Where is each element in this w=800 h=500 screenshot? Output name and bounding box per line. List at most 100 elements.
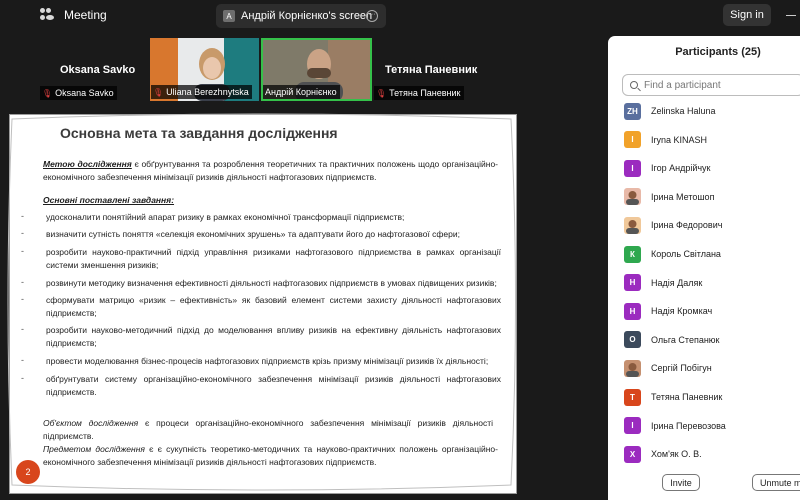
participant-row[interactable]: Х Хом'як О. В. (624, 445, 702, 463)
participant-row[interactable]: I Iryna KINASH (624, 131, 707, 149)
participants-title: Participants (25) (675, 46, 761, 58)
share-tab-label: Андрій Корнієнко's screen (241, 10, 373, 22)
object-paragraph: Об'єктом дослідження є процеси організац… (43, 417, 493, 443)
participant-name: Ірина Метошоп (651, 191, 715, 202)
muted-mic-icon: 🎙 (376, 88, 387, 98)
invite-button[interactable]: Invite (662, 474, 700, 491)
participant-name: Хом'як О. В. (651, 449, 702, 460)
avatar-photo-icon (626, 219, 639, 234)
participant-initials-avatar: Н (624, 302, 641, 320)
subject-label: Предметом дослідження (43, 444, 145, 454)
participant-initials-avatar: Т (624, 388, 641, 406)
participant-name: Zelinska Haluna (651, 106, 716, 116)
task-item: визначити сутність поняття «селекція еко… (46, 229, 460, 239)
participant-name: Король Світлана (651, 249, 721, 259)
participant-name: Сергій Побігун (651, 363, 712, 374)
participant-row[interactable]: Н Надія Кромкач (624, 302, 712, 320)
participant-photo-avatar (624, 359, 641, 377)
bullet-marker: - (21, 324, 24, 334)
participant-name-tag-active: Андрій Корнієнко (263, 85, 340, 99)
avatar-photo-icon (626, 362, 639, 377)
slide-page-number: 2 (16, 460, 40, 484)
bullet-marker: - (21, 228, 24, 238)
participant-initials-avatar: К (624, 245, 641, 263)
bullet-marker: - (21, 294, 24, 304)
participant-name: Ірина Перевозова (651, 420, 726, 431)
app-title-group: Meeting (40, 8, 107, 22)
participant-big-name-left: Oksana Savko (60, 64, 136, 76)
top-bar: Meeting A Андрій Корнієнко's screen ··· … (0, 0, 800, 32)
task-item: розробити науково-практичний підхід упра… (46, 247, 501, 270)
share-screen-tab[interactable]: A Андрій Корнієнко's screen ··· (216, 4, 386, 28)
task-item: удосконалити понятійний апарат ризику в … (46, 212, 405, 222)
purpose-paragraph: Метою дослідження є обґрунтування та роз… (43, 158, 498, 184)
participant-big-name-right: Тетяна Паневник (385, 64, 478, 76)
participant-name: Ольга Степанюк (651, 334, 720, 345)
task-item: розробити науково-методичний підхід до м… (46, 325, 501, 348)
participant-row[interactable]: Т Тетяна Паневник (624, 388, 722, 406)
bullet-marker: - (21, 373, 24, 383)
bullet-marker: - (21, 355, 24, 365)
participant-row[interactable]: Н Надія Даляк (624, 274, 702, 292)
participant-row[interactable]: І Ірина Перевозова (624, 417, 726, 435)
minimize-icon[interactable] (786, 15, 796, 16)
participant-name: Надія Даляк (651, 277, 703, 288)
participant-row[interactable]: Ірина Метошоп (624, 188, 714, 206)
participant-initials-avatar: I (624, 131, 641, 149)
participant-row[interactable]: О Ольга Степанюк (624, 331, 720, 349)
bullet-marker: - (21, 246, 24, 256)
shared-slide: Основна мета та завдання дослідження Мет… (7, 113, 517, 494)
participant-name: Надія Кромкач (651, 306, 713, 317)
participant-initials-avatar: I (624, 159, 641, 177)
participant-name-tag-left: 🎙 Oksana Savko (40, 86, 117, 100)
video-tile-active-speaker[interactable]: Андрій Корнієнко (261, 38, 372, 101)
participant-photo-avatar (624, 216, 641, 234)
avatar-photo-icon (626, 191, 639, 206)
participant-name: Тетяна Паневник (389, 88, 461, 98)
participant-name: Ігор Андрійчук (651, 163, 711, 174)
search-placeholder: Find a participant (644, 79, 721, 91)
more-options-icon[interactable]: ··· (366, 10, 378, 22)
bullet-marker: - (21, 277, 24, 287)
subject-paragraph: Предметом дослідження є є сукупність тео… (43, 443, 498, 469)
participant-name: Андрій Корнієнко (265, 87, 337, 97)
participant-row[interactable]: I Ігор Андрійчук (624, 159, 710, 177)
app-title: Meeting (64, 8, 107, 22)
participant-name: Uliana Berezhnytska (166, 87, 249, 97)
participant-initials-avatar: Н (624, 274, 641, 292)
participant-initials-avatar: ZH (624, 102, 641, 120)
muted-mic-icon: 🎙 (153, 87, 164, 97)
participant-initials-avatar: І (624, 417, 641, 435)
task-item: сформувати матрицю «ризик – ефективність… (46, 295, 501, 318)
sign-in-button[interactable]: Sign in (723, 4, 771, 26)
search-icon (630, 81, 638, 89)
bullet-marker: - (21, 211, 24, 221)
participant-name-tag-right: 🎙 Тетяна Паневник (374, 86, 464, 100)
muted-mic-icon: 🎙 (42, 88, 53, 98)
unmute-me-button[interactable]: Unmute m (752, 474, 800, 491)
participant-name: Тетяна Паневник (651, 392, 723, 402)
participant-name: Iryna KINASH (651, 134, 708, 145)
participant-row[interactable]: ZH Zelinska Haluna (624, 102, 716, 120)
participant-row[interactable]: Ірина Федорович (624, 216, 722, 234)
task-item: розвинути методику визначення ефективнос… (46, 278, 497, 288)
meeting-icon (40, 8, 56, 22)
share-avatar-badge: A (223, 10, 235, 22)
participant-row[interactable]: К Король Світлана (624, 245, 721, 263)
object-label: Об'єктом дослідження (43, 418, 139, 428)
task-item: обґрунтувати систему організаційно-еконо… (46, 374, 501, 397)
purpose-label: Метою дослідження (43, 159, 132, 169)
slide-title: Основна мета та завдання дослідження (60, 125, 338, 141)
participant-photo-avatar (624, 188, 641, 206)
task-item: провести моделювання бізнес-процесів наф… (46, 356, 489, 366)
participant-initials-avatar: О (624, 331, 641, 349)
participant-name-tag-uliana: 🎙 Uliana Berezhnytska (151, 85, 252, 99)
participant-search-field[interactable]: Find a participant (622, 74, 800, 96)
participant-name: Oksana Savko (55, 88, 114, 98)
tasks-heading: Основні поставлені завдання: (43, 195, 175, 205)
video-tile-uliana[interactable]: 🎙 Uliana Berezhnytska (150, 38, 259, 101)
participant-initials-avatar: Х (624, 445, 641, 463)
participant-row[interactable]: Сергій Побігун (624, 359, 712, 377)
participants-panel: Participants (25) Find a participant ZH Z… (608, 36, 800, 500)
participant-name: Ірина Федорович (651, 220, 723, 231)
